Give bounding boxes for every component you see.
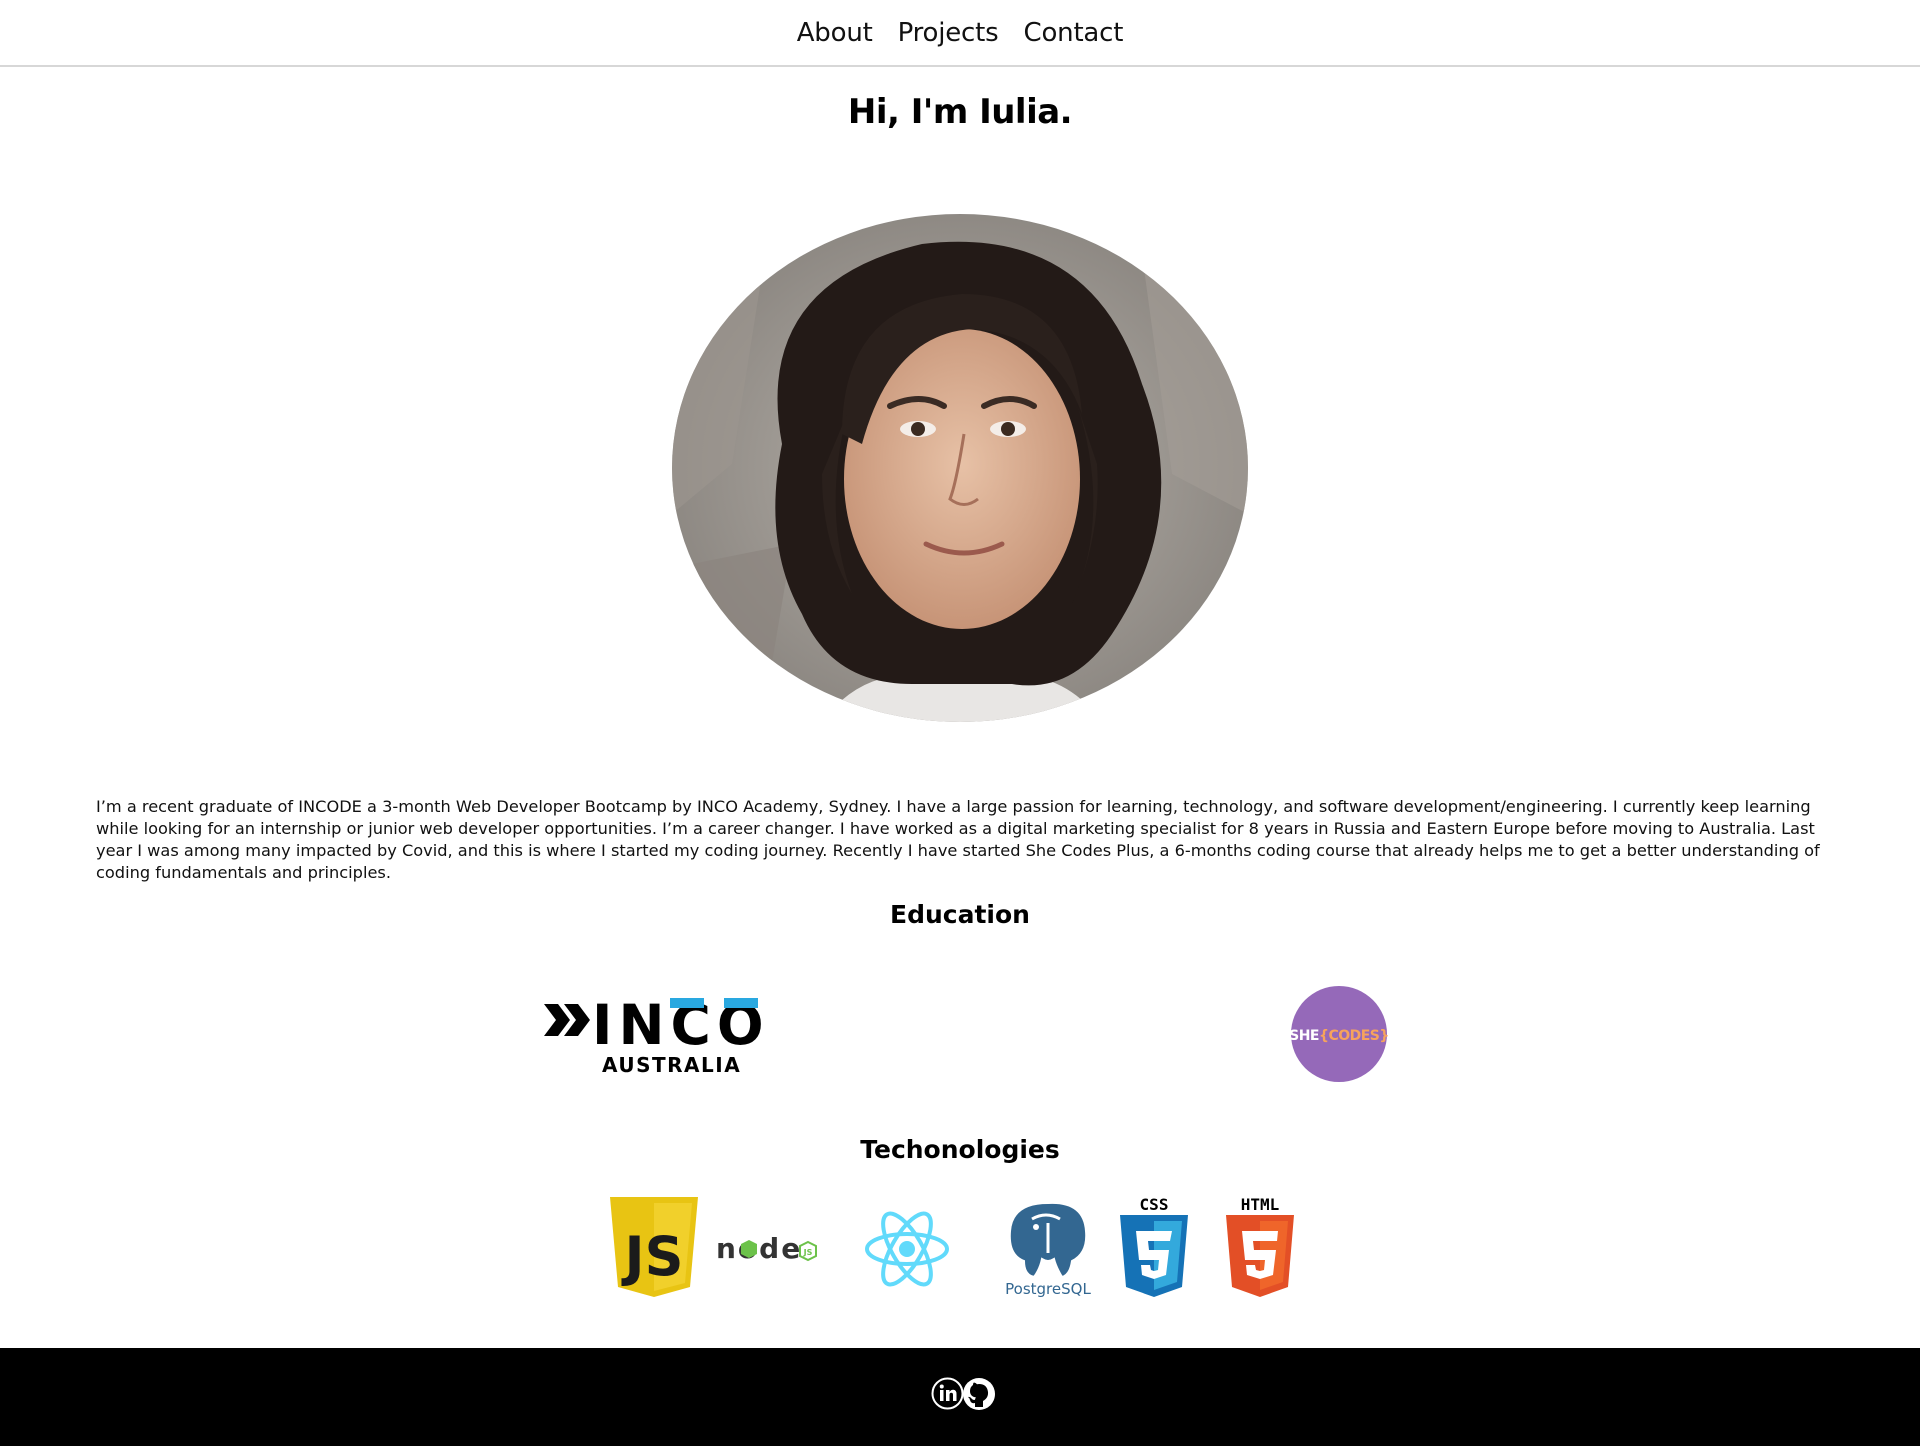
education-heading: Education bbox=[890, 900, 1030, 929]
nav-link-about[interactable]: About bbox=[797, 18, 873, 48]
svg-text:SHE{CODES}: SHE{CODES} bbox=[1290, 1028, 1388, 1044]
inco-australia-logo: INCO AUSTRALIA bbox=[544, 993, 764, 1076]
nav-link-contact[interactable]: Contact bbox=[1024, 18, 1124, 48]
css3-logo: CSS bbox=[1120, 1195, 1188, 1297]
nav-link-projects[interactable]: Projects bbox=[898, 18, 999, 48]
linkedin-icon[interactable] bbox=[931, 1377, 964, 1410]
postgresql-logo: PostgreSQL bbox=[1005, 1201, 1091, 1297]
svg-text:JS: JS bbox=[621, 1225, 684, 1288]
svg-text:PostgreSQL: PostgreSQL bbox=[1005, 1280, 1091, 1297]
page-title: Hi, I'm Iulia. bbox=[847, 92, 1073, 132]
react-logo bbox=[865, 1211, 949, 1287]
footer bbox=[0, 1348, 1920, 1446]
technologies-heading: Techonologies bbox=[860, 1135, 1060, 1164]
svg-text:CSS: CSS bbox=[1140, 1195, 1169, 1214]
javascript-logo: JS bbox=[610, 1197, 698, 1297]
profile-photo bbox=[672, 214, 1248, 722]
svg-text:node: node bbox=[716, 1232, 802, 1265]
she-codes-logo: SHE{CODES} bbox=[1290, 986, 1388, 1082]
svg-text:JS: JS bbox=[803, 1248, 813, 1257]
top-navbar: About Projects Contact bbox=[0, 0, 1920, 67]
bio-paragraph: I’m a recent graduate of INCODE a 3-mont… bbox=[96, 797, 1820, 882]
github-icon[interactable] bbox=[962, 1377, 996, 1411]
svg-text:AUSTRALIA: AUSTRALIA bbox=[602, 1053, 741, 1076]
svg-text:HTML: HTML bbox=[1241, 1195, 1280, 1214]
nodejs-logo: node JS bbox=[716, 1232, 817, 1265]
html5-logo: HTML bbox=[1226, 1195, 1294, 1297]
